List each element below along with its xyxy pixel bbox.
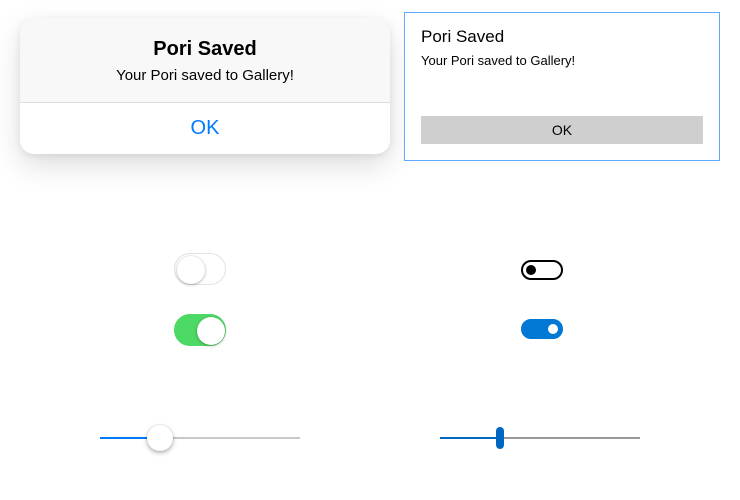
- switch-knob-icon: [177, 256, 205, 284]
- slider-fill: [440, 437, 500, 439]
- switch-knob-icon: [548, 324, 558, 334]
- ios-alert-body: Pori Saved Your Pori saved to Gallery!: [20, 18, 390, 102]
- windows-switch-on[interactable]: [521, 319, 563, 339]
- windows-alert-dialog: Pori Saved Your Pori saved to Gallery! O…: [404, 12, 720, 161]
- windows-alert-message: Your Pori saved to Gallery!: [421, 53, 703, 68]
- ios-slider[interactable]: [100, 424, 300, 452]
- ios-alert-title: Pori Saved: [40, 38, 370, 61]
- ios-alert-message: Your Pori saved to Gallery!: [40, 67, 370, 84]
- ios-switch-off[interactable]: [174, 253, 226, 285]
- windows-alert-ok-button[interactable]: OK: [421, 116, 703, 144]
- windows-alert-title: Pori Saved: [421, 27, 703, 47]
- slider-thumb-icon: [496, 427, 504, 449]
- windows-switch-off[interactable]: [521, 260, 563, 280]
- ios-alert-ok-button[interactable]: OK: [20, 103, 390, 154]
- switch-knob-icon: [526, 265, 536, 275]
- ios-switch-on[interactable]: [174, 314, 226, 346]
- windows-slider[interactable]: [440, 424, 640, 452]
- switch-knob-icon: [197, 317, 225, 345]
- slider-thumb-icon: [147, 425, 173, 451]
- ios-alert-dialog: Pori Saved Your Pori saved to Gallery! O…: [20, 18, 390, 154]
